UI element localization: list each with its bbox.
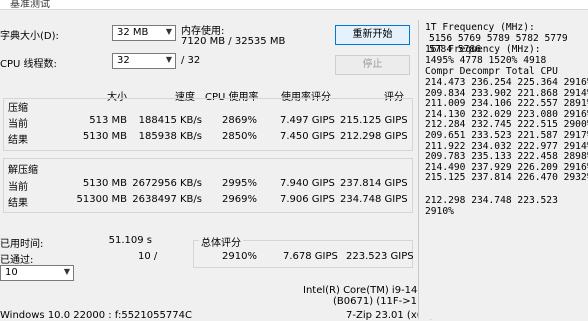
cell-cpu: 2969% bbox=[222, 194, 257, 205]
dict-size-select[interactable]: 32 MB ▼ bbox=[112, 25, 176, 41]
results-log-row: 215.125 237.814 226.470 2932% bbox=[425, 172, 588, 184]
cell-speed: 2672956 KB/s bbox=[132, 178, 202, 189]
freq-16t-title: 16T Frequency (MHz): bbox=[425, 44, 541, 55]
row-label: 结果 bbox=[8, 135, 28, 146]
cell-size: 5130 MB bbox=[82, 178, 127, 189]
total-rating: 223.523 GIPS bbox=[346, 251, 414, 262]
row-label: 结果 bbox=[8, 198, 28, 209]
cell-cpu: 2869% bbox=[222, 115, 257, 126]
results-log-header: Compr Decompr Total CPU bbox=[425, 66, 558, 77]
cell-size: 5130 MB bbox=[82, 131, 127, 142]
cell-rating: 234.748 GIPS bbox=[340, 194, 408, 205]
decompress-title: 解压缩 bbox=[8, 165, 38, 176]
elapsed-value: 51.109 s bbox=[108, 235, 152, 246]
frequency-panel: 1T Frequency (MHz): 5156 5769 5789 5782 … bbox=[418, 20, 588, 319]
results-log-summary: 212.298 234.748 223.523 2910% bbox=[425, 195, 558, 217]
cell-cpu: 2995% bbox=[222, 178, 257, 189]
cell-rating_usage: 7.450 GIPS bbox=[280, 131, 335, 142]
results-log-row: 214.473 236.254 225.364 2916% bbox=[425, 77, 588, 88]
cell-rating_usage: 7.940 GIPS bbox=[280, 178, 335, 189]
cell-speed: 185938 KB/s bbox=[138, 131, 202, 142]
compress-title: 压缩 bbox=[8, 103, 28, 114]
dict-size-value: 32 MB bbox=[117, 27, 149, 38]
memory-usage-value: 7120 MB / 32535 MB bbox=[181, 36, 286, 47]
title-bar: 基准测试 bbox=[0, 0, 588, 10]
threads-select[interactable]: 32 ▼ bbox=[112, 53, 176, 69]
passes-value: 10 / bbox=[138, 251, 158, 262]
passes-label: 已通过: bbox=[0, 255, 34, 266]
cell-rating: 215.125 GIPS bbox=[340, 115, 408, 126]
cell-rating: 212.298 GIPS bbox=[340, 131, 408, 142]
dict-size-label: 字典大小(D): bbox=[0, 31, 59, 42]
cell-rating: 237.814 GIPS bbox=[340, 178, 408, 189]
window-title: 基准测试 bbox=[10, 0, 50, 10]
cell-size: 51300 MB bbox=[76, 194, 127, 205]
elapsed-label: 已用时间: bbox=[0, 239, 44, 250]
cell-rating_usage: 7.497 GIPS bbox=[280, 115, 335, 126]
total-rating-title: 总体评分 bbox=[199, 234, 243, 249]
chevron-down-icon: ▼ bbox=[63, 267, 70, 276]
freq-16t-values: 1495% 4778 1520% 4918 bbox=[425, 55, 547, 66]
chevron-down-icon: ▼ bbox=[165, 27, 172, 36]
stop-button[interactable]: 停止 bbox=[335, 55, 410, 75]
freq-1t-title: 1T Frequency (MHz): bbox=[425, 22, 535, 33]
threads-total: / 32 bbox=[181, 55, 201, 66]
restart-button[interactable]: 重新开始 bbox=[335, 25, 410, 45]
threads-label: CPU 线程数: bbox=[0, 59, 57, 70]
chevron-down-icon: ▼ bbox=[165, 55, 172, 64]
cell-speed: 188415 KB/s bbox=[138, 115, 202, 126]
cell-speed: 2638497 KB/s bbox=[132, 194, 202, 205]
results-log-row: 209.651 233.523 221.587 2917% bbox=[425, 130, 588, 141]
threads-value: 32 bbox=[117, 55, 130, 66]
total-cpu: 2910% bbox=[222, 251, 257, 262]
total-usage-rating: 7.678 GIPS bbox=[283, 251, 338, 262]
memory-usage-label: 内存使用: bbox=[181, 26, 225, 37]
passes-select-value: 10 bbox=[5, 267, 18, 278]
cell-size: 513 MB bbox=[89, 115, 127, 126]
os-version: Windows 10.0 22000 : f:5521055774C bbox=[0, 310, 192, 321]
cell-rating_usage: 7.906 GIPS bbox=[280, 194, 335, 205]
cell-cpu: 2850% bbox=[222, 131, 257, 142]
passes-select[interactable]: 10 ▼ bbox=[0, 265, 74, 281]
row-label: 当前 bbox=[8, 119, 28, 130]
row-label: 当前 bbox=[8, 182, 28, 193]
